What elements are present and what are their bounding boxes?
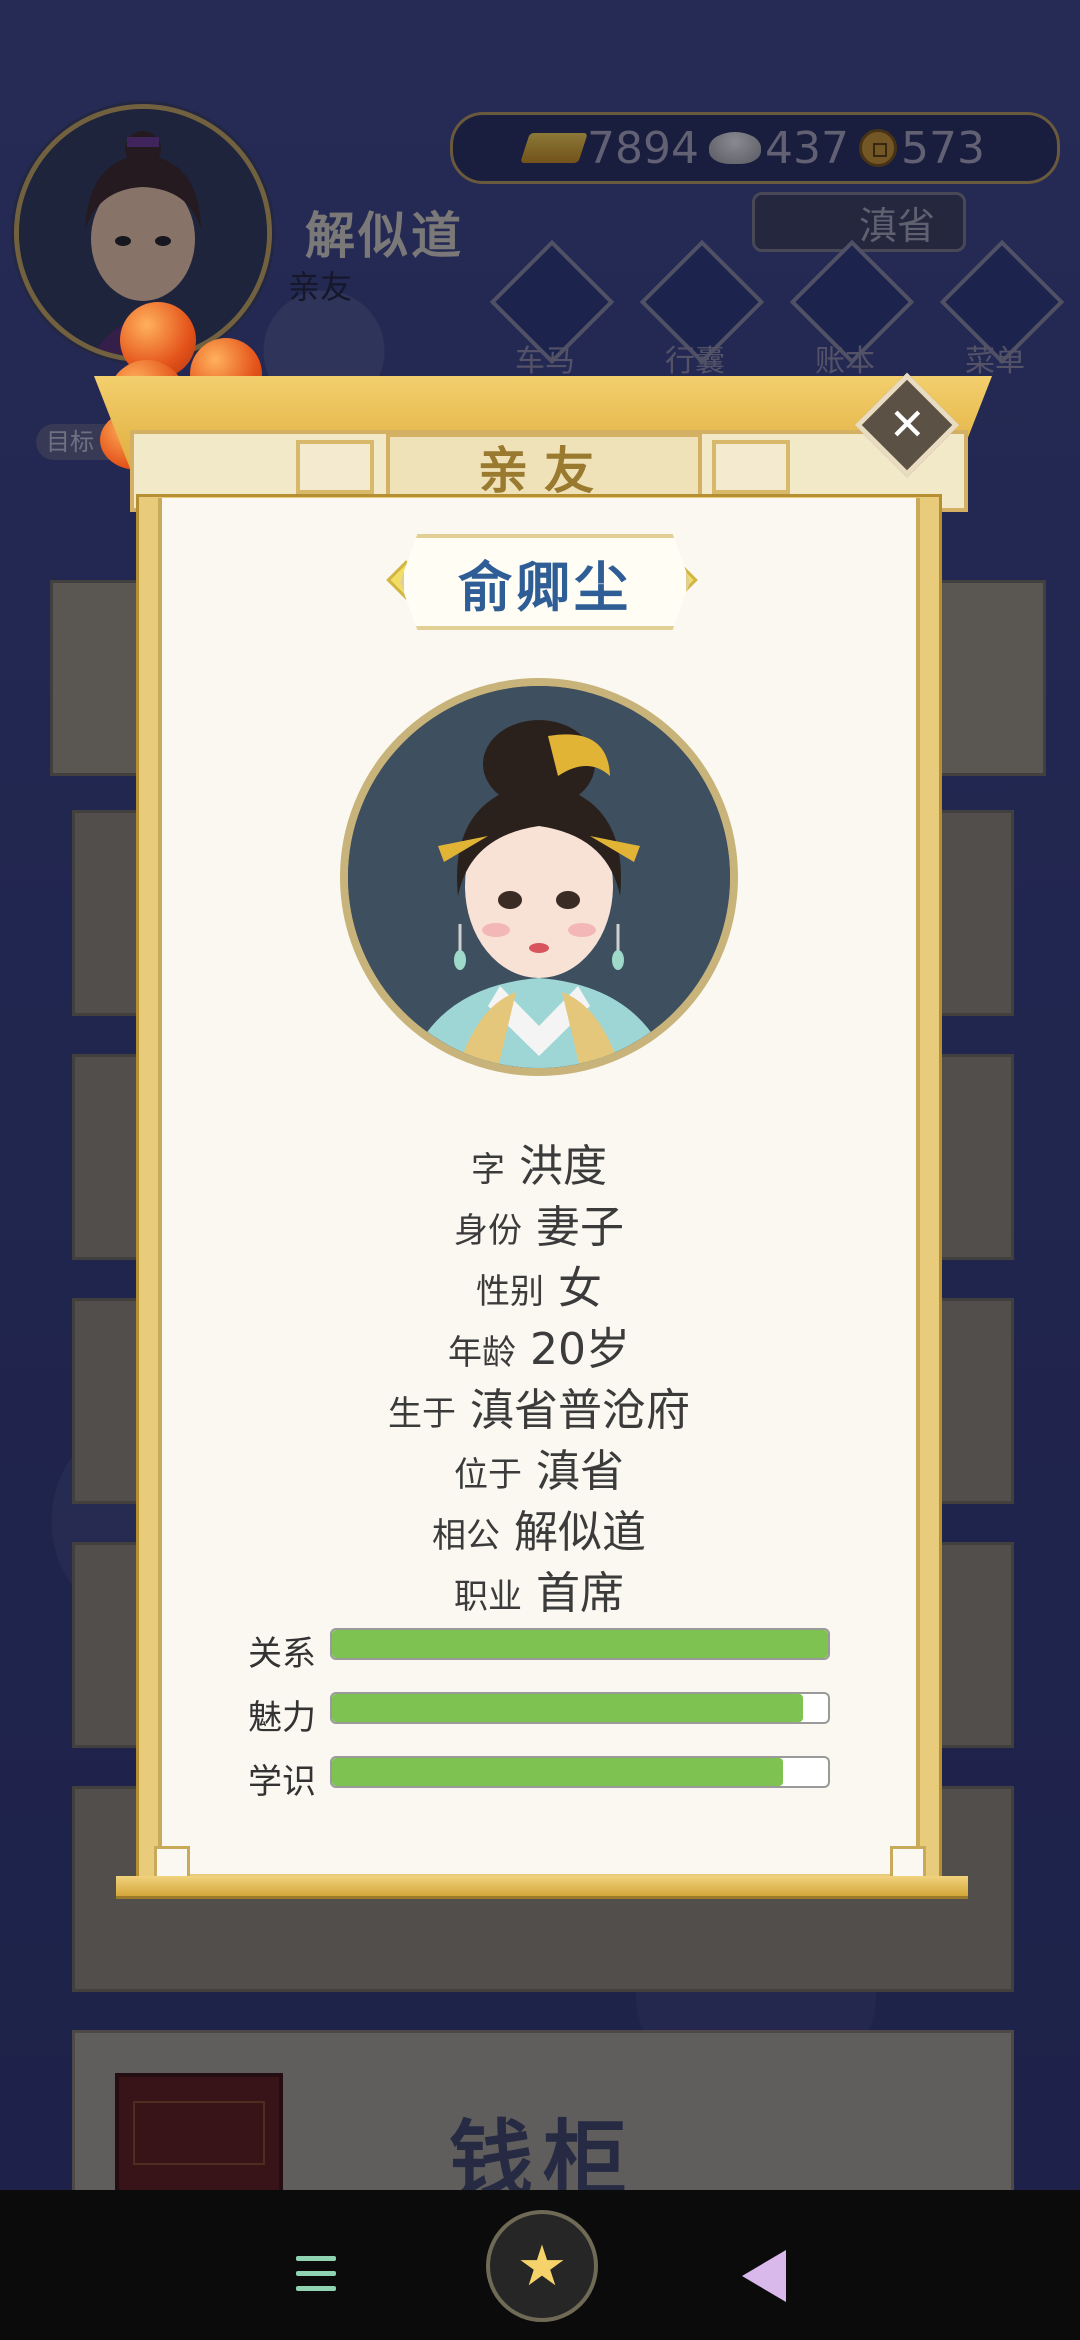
info-value: 女	[558, 1263, 602, 1314]
info-value: 滇省	[536, 1446, 624, 1497]
stat-label: 魅力	[248, 1698, 316, 1738]
info-row-courtesy-name: 字洪度	[158, 1130, 920, 1194]
info-row-identity: 身份 妻子	[158, 1191, 920, 1255]
info-row-birthplace: 生于 滇省普沧府	[158, 1374, 920, 1438]
stat-fill	[332, 1694, 804, 1722]
info-key: 生于	[388, 1394, 456, 1434]
star-icon: ★	[516, 2233, 568, 2299]
header-ornament	[296, 440, 374, 494]
stat-relationship: 关系	[248, 1626, 836, 1674]
info-key: 年龄	[448, 1333, 516, 1373]
recent-apps-button[interactable]	[296, 2256, 336, 2292]
back-button[interactable]	[742, 2250, 786, 2302]
stat-track	[330, 1692, 830, 1724]
lady-portrait-icon	[348, 686, 730, 1068]
info-row-age: 年龄 20岁	[158, 1313, 920, 1377]
close-icon: ✕	[888, 399, 926, 450]
stat-fill	[332, 1758, 784, 1786]
info-row-location: 位于 滇省	[158, 1435, 920, 1499]
stat-fill	[332, 1630, 828, 1658]
stat-label: 关系	[248, 1634, 316, 1674]
info-key: 身份	[454, 1211, 522, 1251]
character-name: 俞卿尘	[400, 534, 690, 630]
info-key: 职业	[454, 1577, 522, 1617]
info-value: 20岁	[530, 1324, 630, 1375]
home-button[interactable]: ★	[486, 2210, 598, 2322]
info-value: 滇省普沧府	[470, 1385, 690, 1436]
info-key: 字	[471, 1150, 505, 1190]
info-value: 解似道	[514, 1507, 646, 1558]
info-key: 位于	[454, 1455, 522, 1495]
info-row-husband: 相公 解似道	[158, 1496, 920, 1560]
info-value: 妻子	[536, 1202, 624, 1253]
modal-bottom-rod	[116, 1876, 968, 1899]
info-key: 相公	[432, 1516, 500, 1556]
stat-track	[330, 1756, 830, 1788]
header-ornament	[712, 440, 790, 494]
info-key: 性别	[476, 1272, 544, 1312]
info-row-gender: 性别女	[158, 1252, 920, 1316]
info-value: 首席	[536, 1568, 624, 1619]
info-value: 洪度	[519, 1141, 607, 1192]
character-portrait	[340, 678, 738, 1076]
stat-knowledge: 学识	[248, 1754, 836, 1802]
info-row-occupation: 职业 首席	[158, 1557, 920, 1621]
stat-charm: 魅力	[248, 1690, 836, 1738]
stat-label: 学识	[248, 1762, 316, 1802]
stat-track	[330, 1628, 830, 1660]
modal-title: 亲友	[386, 433, 702, 501]
